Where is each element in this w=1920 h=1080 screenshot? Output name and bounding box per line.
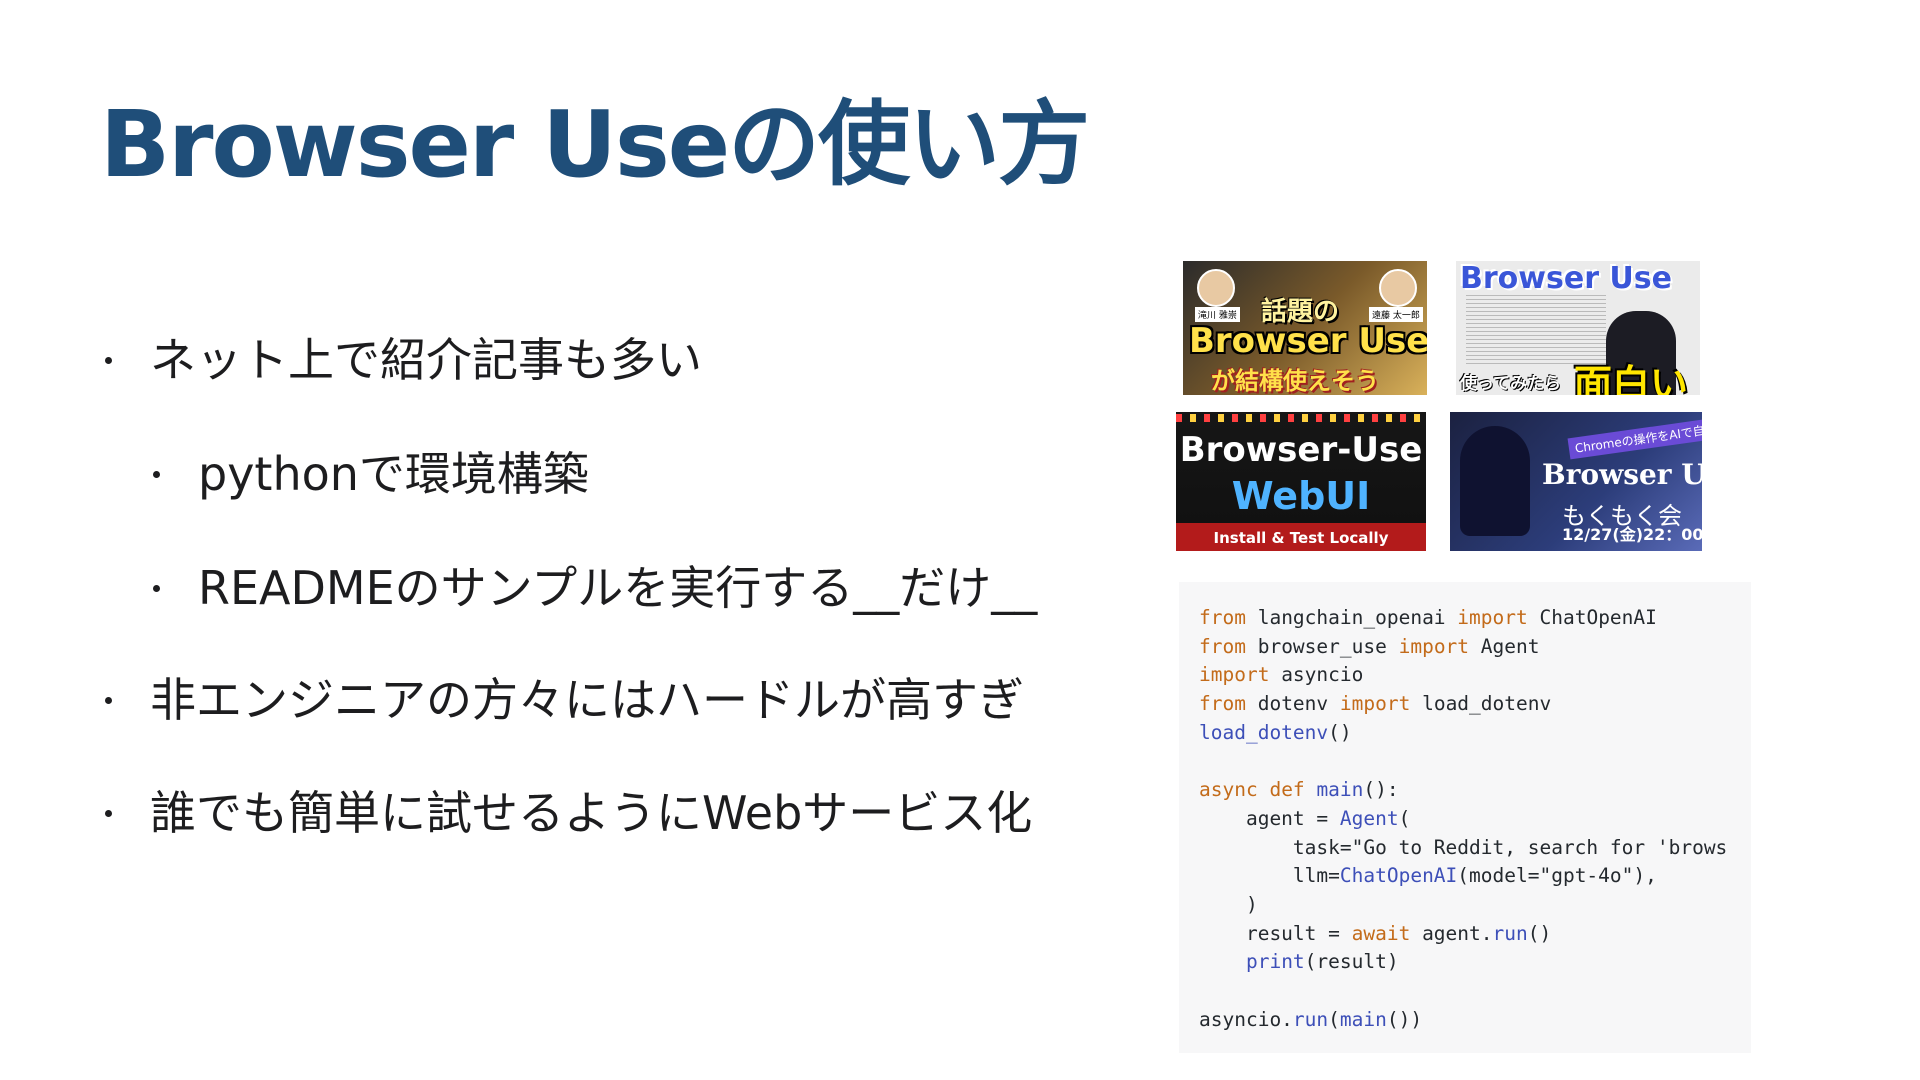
code-line: load_dotenv() — [1199, 720, 1352, 744]
decoration-lights — [1176, 414, 1426, 422]
thumbnail-tag: Chromeの操作をAIで自動化させろ! — [1567, 412, 1702, 460]
code-text: from langchain_openai import ChatOpenAI … — [1199, 604, 1727, 1035]
bullet-dot — [105, 697, 112, 704]
bullet-dot — [153, 471, 160, 478]
video-thumbnail-3: Browser-Use WebUI Install & Test Locally — [1176, 412, 1426, 551]
thumbnail-title: Browser Use — [1542, 458, 1702, 491]
code-line: async def main(): — [1199, 778, 1399, 802]
code-line: ) — [1199, 893, 1258, 917]
thumbnail-subtitle: 使ってみたら — [1460, 374, 1562, 394]
code-line: asyncio.run(main()) — [1199, 1007, 1423, 1031]
thumbnail-title: Browser Use — [1189, 321, 1427, 361]
thumbnail-date: 12/27(金)22：00 — [1562, 525, 1702, 544]
presenter-avatar — [1197, 269, 1235, 307]
bullet-dot — [153, 585, 160, 592]
thumbnail-subtitle: WebUI — [1231, 474, 1371, 518]
code-line: print(result) — [1245, 950, 1399, 974]
video-thumbnail-4: Chromeの操作をAIで自動化させろ! Browser Use もくもく会 1… — [1450, 412, 1702, 551]
video-thumbnail-1: 滝川 雅崇 遠藤 太一郎 話題の Browser Use が結構使えそう — [1183, 261, 1427, 395]
video-thumbnail-2: Browser Use 使ってみたら 面白い — [1456, 261, 1700, 395]
code-line: task="Go to Reddit, search for 'brows — [1199, 835, 1728, 859]
thumbnail-banner: Install & Test Locally — [1213, 529, 1389, 547]
bullet-text: ネット上で紹介記事も多い — [150, 333, 702, 387]
bullet-text: pythonで環境構築 — [198, 447, 589, 501]
code-line: import asyncio — [1199, 663, 1364, 687]
thumbnail-highlight: 面白い — [1574, 362, 1689, 395]
code-line: llm=ChatOpenAI(model="gpt-4o"), — [1199, 864, 1657, 888]
bullet-dot — [105, 810, 112, 817]
code-line: agent = Agent( — [1199, 806, 1411, 830]
bullet-text: 誰でも簡単に試せるようにWebサービス化 — [150, 786, 1033, 840]
code-line: from dotenv import load_dotenv — [1199, 692, 1552, 716]
bullet-text: 非エンジニアの方々にはハードルが高すぎ — [150, 673, 1024, 727]
presenter-name: 遠藤 太一郎 — [1369, 307, 1423, 322]
code-line: from browser_use import Agent — [1199, 634, 1540, 658]
code-line: result = await agent.run() — [1199, 921, 1552, 945]
thumbnail-title: Browser-Use — [1179, 430, 1423, 470]
slide-title: Browser Useの使い方 — [100, 91, 1090, 198]
character-illustration — [1460, 426, 1530, 536]
code-block: from langchain_openai import ChatOpenAI … — [1179, 582, 1751, 1053]
presenter-avatar — [1379, 269, 1417, 307]
thumbnail-subtitle: が結構使えそう — [1211, 367, 1379, 395]
presenter-name: 滝川 雅崇 — [1195, 307, 1240, 322]
bullet-dot — [105, 357, 112, 364]
bullet-text: READMEのサンプルを実行する__だけ__ — [198, 561, 1038, 615]
code-line: from langchain_openai import ChatOpenAI — [1199, 606, 1657, 629]
thumbnail-title: Browser Use — [1460, 261, 1672, 296]
